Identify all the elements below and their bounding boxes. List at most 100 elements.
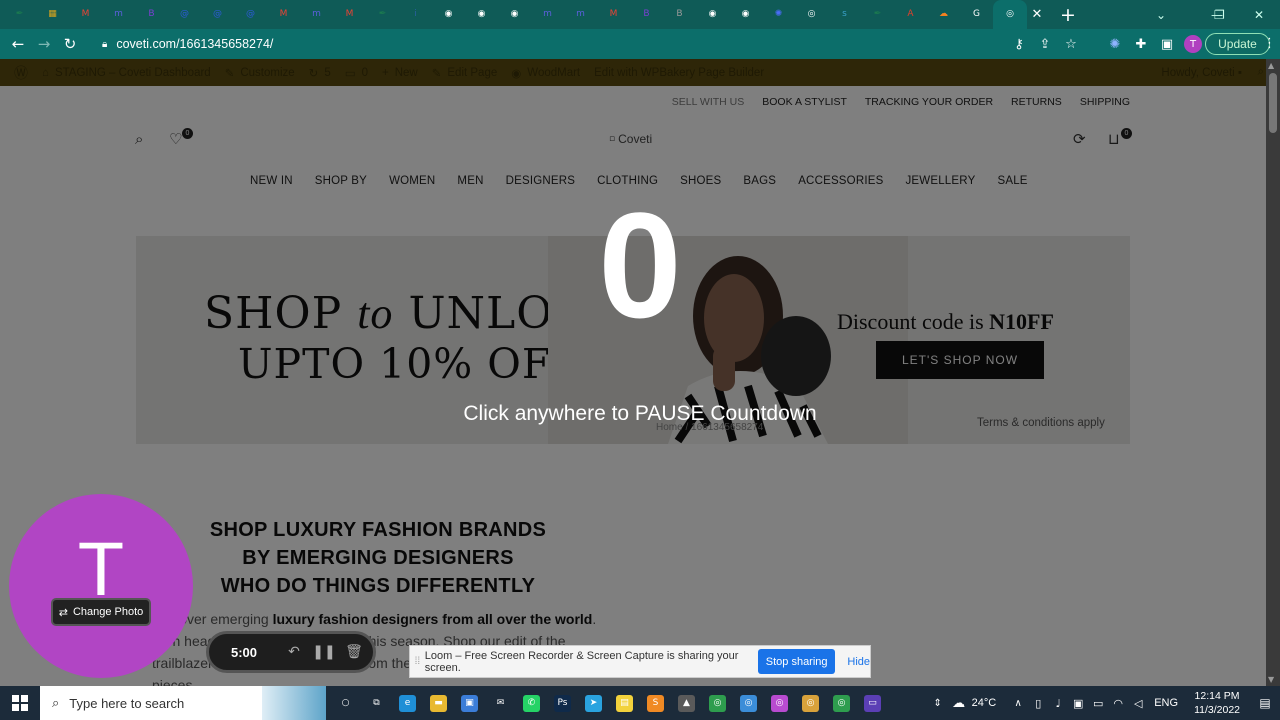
scrollbar-thumb[interactable] [1269,73,1277,133]
browser-tab[interactable]: ◉ [729,0,762,29]
chrome-icon[interactable]: ◎ [702,686,733,720]
browser-tab[interactable]: ✒ [366,0,399,29]
puzzle-icon[interactable]: ✚ [1132,37,1150,52]
chrome-icon[interactable]: ◎ [795,686,826,720]
countdown-message[interactable]: Click anywhere to PAUSE Countdown [380,402,900,426]
weather-icon[interactable]: ☁ [946,686,972,720]
browser-tab[interactable]: M [69,0,102,29]
browser-tab[interactable]: @ [168,0,201,29]
stop-sharing-button[interactable]: Stop sharing [757,649,836,674]
browser-tab[interactable]: G [960,0,993,29]
browser-tab[interactable]: @ [234,0,267,29]
browser-tab[interactable]: ▦ [36,0,69,29]
store-icon[interactable]: ▣ [454,686,485,720]
temperature-text[interactable]: 24°C [972,697,997,709]
pause-icon[interactable]: ❚❚ [309,644,339,660]
browser-tab[interactable]: ◎ [795,0,828,29]
chrome-icon[interactable]: ◎ [764,686,795,720]
star-icon[interactable]: ☆ [1062,37,1080,52]
volume-icon[interactable]: ◁ [1128,686,1148,720]
browser-tab[interactable]: B [663,0,696,29]
battery-alt-icon[interactable]: ▯ [1028,686,1048,720]
browser-tab[interactable]: M [597,0,630,29]
microphone-icon[interactable]: ♩ [1048,686,1068,720]
folder-icon[interactable]: ▬ [423,686,454,720]
chrome-icon[interactable]: ◎ [826,686,857,720]
browser-tab[interactable]: i [399,0,432,29]
browser-tab[interactable]: ✒ [3,0,36,29]
browser-tab[interactable]: ◉ [696,0,729,29]
browser-tab[interactable]: m [564,0,597,29]
terminal-icon[interactable]: ▭ [857,686,888,720]
language-indicator[interactable]: ENG [1154,697,1178,709]
browser-tab[interactable]: m [300,0,333,29]
drag-handle-icon[interactable]: ⁞⁞ [410,656,425,667]
window-close-icon[interactable]: ✕ [1254,0,1264,29]
battery-icon[interactable]: ▭ [1088,686,1108,720]
extension-flower-icon[interactable]: ✺ [1106,37,1124,52]
cortana-icon[interactable]: ○ [330,686,361,720]
browser-tab[interactable]: s [828,0,861,29]
countdown-number[interactable]: 0 [560,190,720,340]
edge-icon-glyph: e [399,694,416,712]
browser-tab-active[interactable]: ◎ [993,0,1027,29]
photos-icon[interactable]: ▲ [671,686,702,720]
loom-camera-bubble[interactable]: T [9,494,193,678]
undo-icon[interactable]: ↶ [279,644,309,660]
task-view-icon[interactable]: ⧉ [361,686,392,720]
maximize-icon[interactable]: ❐ [1214,0,1225,29]
taskbar-search-input[interactable]: ⌕ Type here to search [40,686,326,720]
back-arrow-icon[interactable]: ← [5,31,31,57]
sticky-notes-icon[interactable]: ▤ [609,686,640,720]
change-photo-button[interactable]: ⇄ Change Photo [51,598,151,626]
browser-tab[interactable]: ◉ [498,0,531,29]
page-scrollbar[interactable]: ▲ ▼ [1266,59,1280,686]
windows-taskbar: ⌕ Type here to search ○ ⧉ e ▬ ▣ ✉ ✆ Ps ➤ ▤ S ▲ ◎ ◎ ◎ ◎ ◎… [0,686,1280,720]
tab-close-icon[interactable]: ✕ [1027,0,1047,29]
browser-tab[interactable]: ◉ [465,0,498,29]
notification-icon[interactable]: ▤ [1250,686,1280,720]
scroll-tray-icon[interactable]: ⇕ [930,686,946,720]
more-menu-icon[interactable]: ⋮ [1263,36,1276,51]
browser-tab[interactable]: M [267,0,300,29]
profile-avatar[interactable]: T [1184,35,1202,53]
reload-icon[interactable]: ↻ [57,31,83,57]
camera-icon[interactable]: ▣ [1068,686,1088,720]
browser-tab[interactable]: B [135,0,168,29]
browser-tab[interactable]: m [531,0,564,29]
forward-arrow-icon[interactable]: → [31,31,57,57]
trash-icon[interactable]: 🗑︎ [339,644,369,660]
new-tab-button[interactable]: + [1053,4,1083,26]
scroll-down-arrow-icon[interactable]: ▼ [1268,675,1274,684]
edge-icon[interactable]: e [392,686,423,720]
browser-tab[interactable]: ✺ [762,0,795,29]
browser-tab[interactable]: ◉ [432,0,465,29]
browser-tab[interactable]: A [894,0,927,29]
wifi-icon[interactable]: ◠ [1108,686,1128,720]
browser-tab[interactable]: B [630,0,663,29]
address-bar[interactable]: 🔒︎ coveti.com/1661345658274/ [92,32,1092,56]
browser-tab[interactable]: ✒ [861,0,894,29]
chevron-up-icon[interactable]: ∧ [1008,686,1028,720]
side-panel-icon[interactable]: ▣ [1158,37,1176,52]
chrome-icon[interactable]: ◎ [733,686,764,720]
windows-start-icon[interactable] [0,686,40,720]
browser-tab[interactable]: ☁ [927,0,960,29]
tab-search-chevron-icon[interactable]: ⌄ [1156,0,1166,29]
update-button[interactable]: Update [1205,33,1270,55]
browser-tab[interactable]: m [102,0,135,29]
browser-toolbar: ← → ↻ 🔒︎ coveti.com/1661345658274/ ⚷ ⇪ ☆… [0,29,1280,59]
sublime-icon[interactable]: S [640,686,671,720]
swap-icon: ⇄ [58,605,68,619]
key-icon[interactable]: ⚷ [1010,37,1028,52]
hide-button[interactable]: Hide [847,656,870,668]
mail-icon[interactable]: ✉ [485,686,516,720]
browser-tab[interactable]: M [333,0,366,29]
photoshop-icon[interactable]: Ps [547,686,578,720]
whatsapp-icon[interactable]: ✆ [516,686,547,720]
clock[interactable]: 12:14 PM 11/3/2022 [1194,689,1240,717]
browser-tab[interactable]: @ [201,0,234,29]
telegram-icon[interactable]: ➤ [578,686,609,720]
share-icon[interactable]: ⇪ [1036,37,1054,52]
scroll-up-arrow-icon[interactable]: ▲ [1268,61,1274,70]
